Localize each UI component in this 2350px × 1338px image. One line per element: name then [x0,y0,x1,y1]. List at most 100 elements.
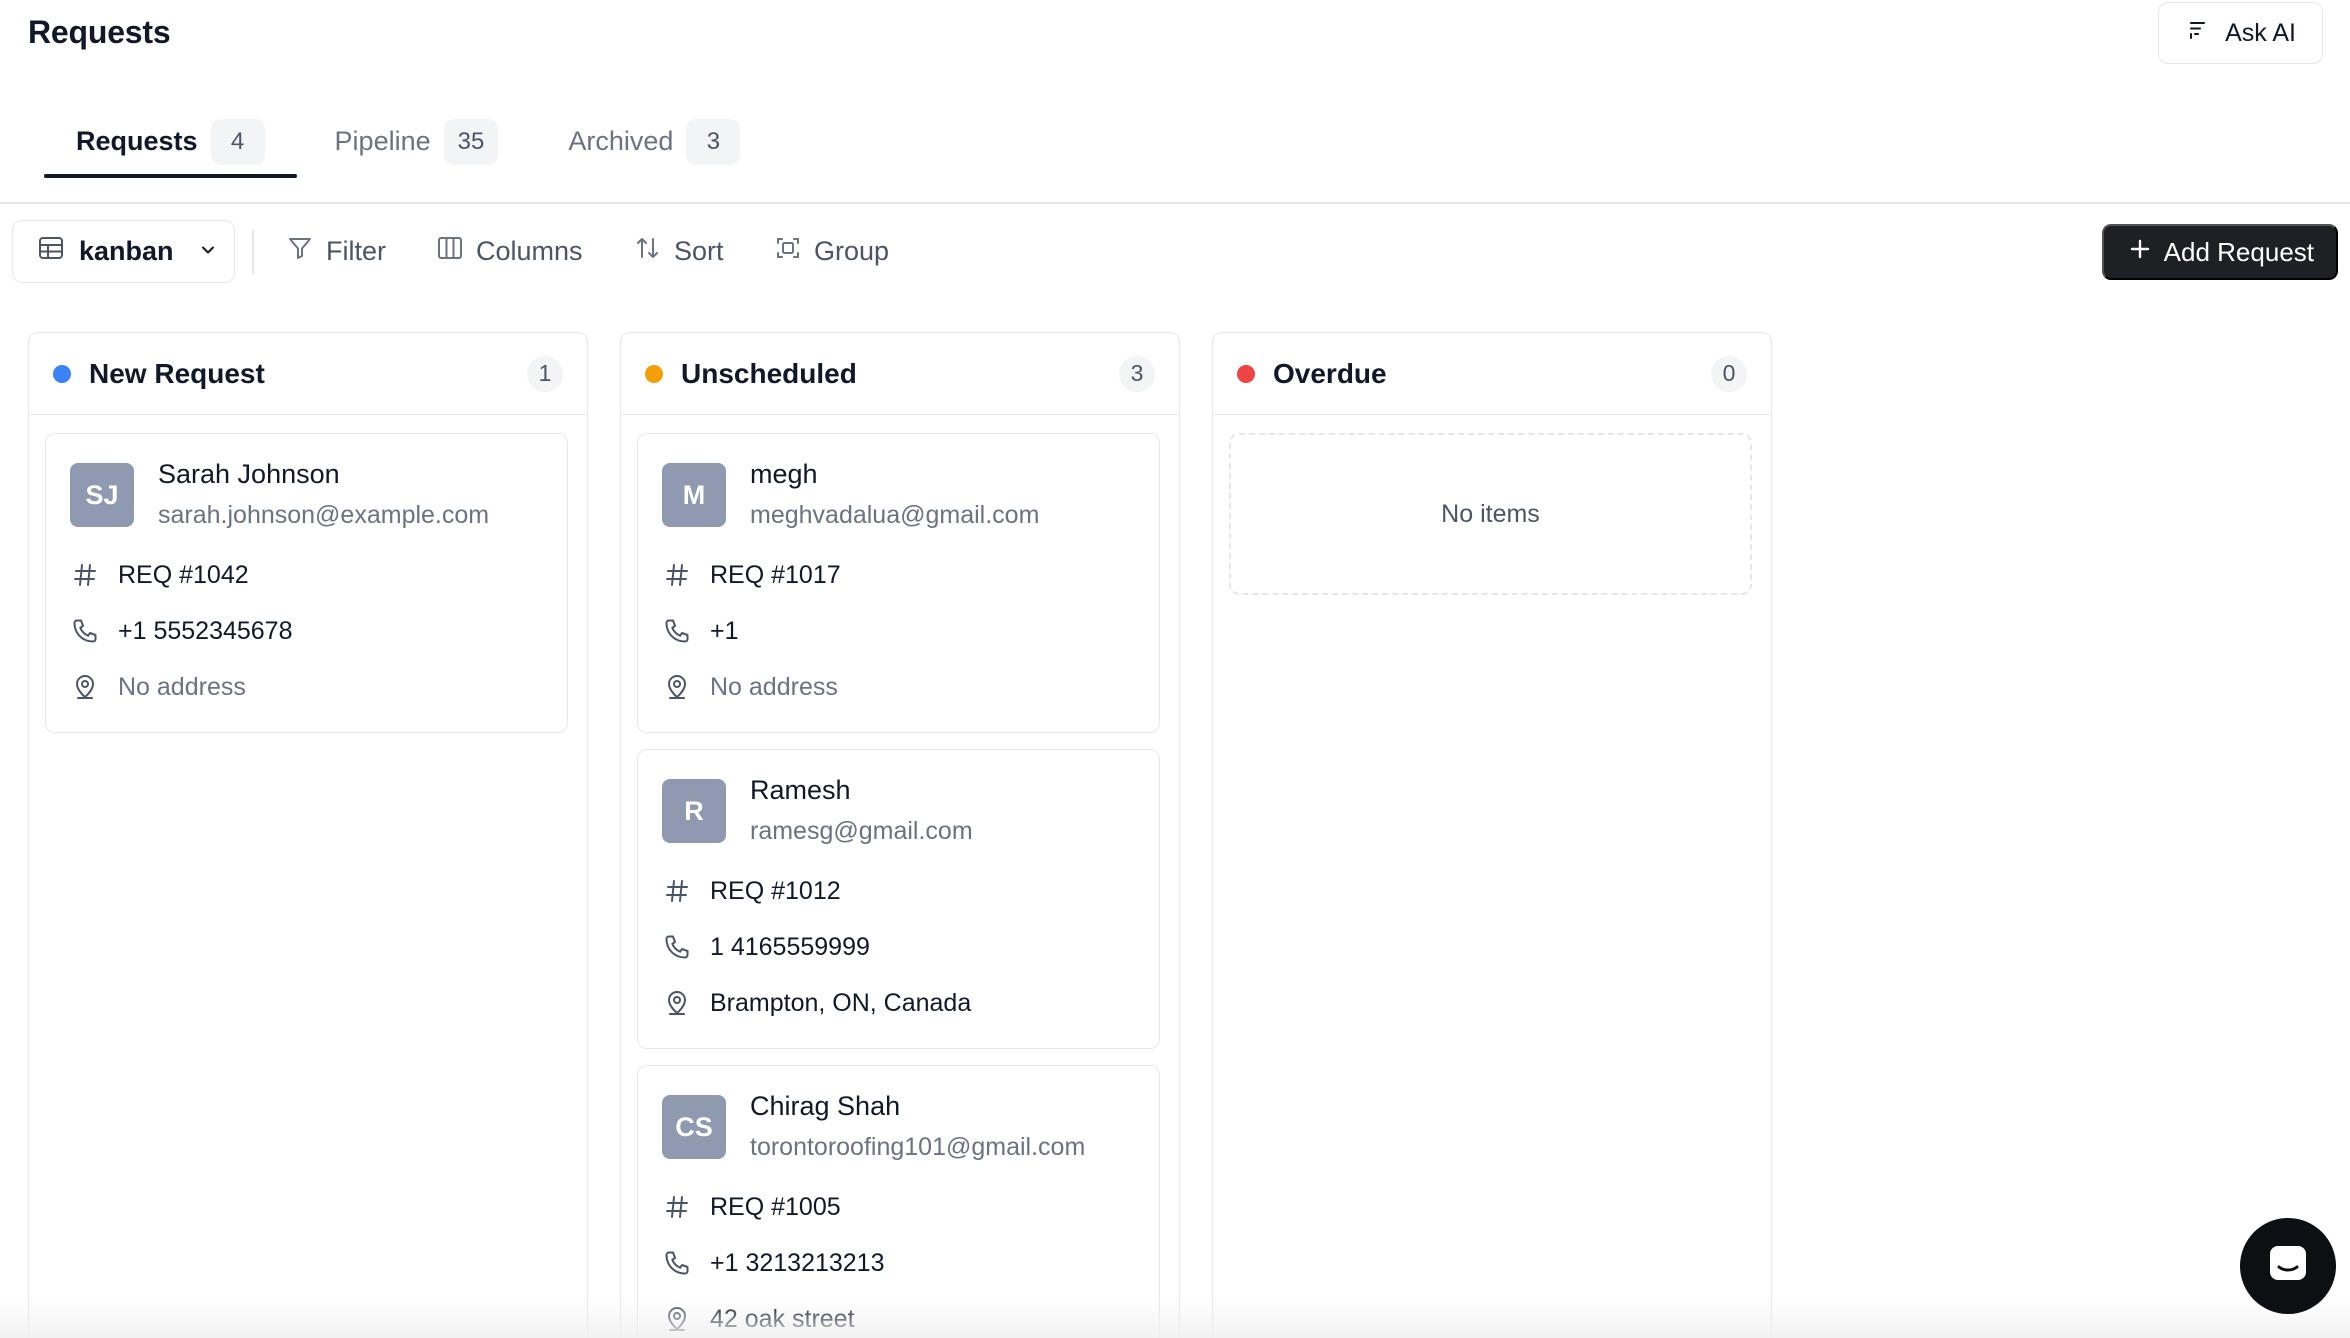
tab-pipeline[interactable]: Pipeline 35 [297,105,531,178]
kanban-column-overdue: Overdue 0 No items [1212,332,1772,1338]
add-request-button[interactable]: Add Request [2101,224,2338,280]
tab-archived[interactable]: Archived 3 [530,105,772,178]
address: Brampton, ON, Canada [710,988,972,1017]
column-count-badge: 1 [527,355,563,392]
hash-icon [662,1192,692,1222]
avatar: CS [662,1095,726,1159]
tab-label: Requests [76,126,198,156]
avatar: SJ [70,463,134,527]
phone-row: +1 [662,616,739,646]
status-dot [645,364,663,383]
group-button[interactable]: Group [774,220,889,283]
kanban-column-new-request: New Request 1 SJ Sarah Johnson sarah.joh… [28,332,588,1338]
sort-label: Sort [674,236,724,266]
request-number-row: REQ #1017 [662,560,841,590]
chat-icon [2265,1241,2311,1292]
view-select[interactable]: kanban [12,220,235,283]
filter-label: Filter [326,236,386,266]
status-dot [1237,364,1255,383]
phone-icon [662,932,692,962]
group-icon [774,234,802,269]
add-request-label: Add Request [2163,236,2314,267]
request-number: REQ #1042 [118,560,249,589]
request-number: REQ #1005 [710,1192,841,1221]
chevron-down-icon [198,236,218,267]
column-header: Unscheduled 3 [621,333,1179,415]
filter-button[interactable]: Filter [286,220,386,283]
phone-number: +1 5552345678 [118,616,293,645]
address: No address [118,672,246,701]
request-number-row: REQ #1005 [662,1192,841,1222]
column-title: New Request [89,357,265,389]
tab-requests[interactable]: Requests 4 [44,105,297,178]
plus-icon [2128,237,2152,268]
map-pin-icon [662,672,692,702]
toolbar-divider [252,230,254,274]
column-title: Overdue [1273,357,1387,389]
map-pin-icon [662,1304,692,1334]
request-number-row: REQ #1042 [70,560,249,590]
request-number-row: REQ #1012 [662,876,841,906]
ask-ai-label: Ask AI [2225,18,2296,47]
hash-icon [70,560,100,590]
customer-email: sarah.johnson@example.com [158,501,490,529]
phone-number: +1 3213213213 [710,1248,885,1277]
group-label: Group [814,236,890,266]
phone-number: +1 [710,616,739,645]
empty-state: No items [1229,433,1752,595]
customer-email: torontoroofing101@gmail.com [750,1133,1086,1161]
top-bar: Requests Ask AI [0,0,2350,70]
tab-label: Archived [568,126,674,156]
address-row: No address [70,672,246,702]
tab-bar: Requests 4 Pipeline 35 Archived 3 [44,105,772,178]
address-row: 42 oak street [662,1304,855,1334]
customer-name: megh [750,459,818,489]
table-grid-icon [37,234,65,269]
address-row: No address [662,672,838,702]
address: 42 oak street [710,1304,855,1333]
ask-ai-button[interactable]: Ask AI [2158,2,2323,64]
customer-name: Sarah Johnson [158,459,340,489]
map-pin-icon [70,672,100,702]
address: No address [710,672,838,701]
customer-email: ramesg@gmail.com [750,817,973,845]
phone-icon [70,616,100,646]
tab-count-badge: 4 [210,118,265,165]
toolbar: kanban Filter Columns Sort Group Add Req… [12,220,2338,284]
column-count-badge: 3 [1119,355,1155,392]
columns-label: Columns [476,236,583,266]
phone-row: 1 4165559999 [662,932,870,962]
page-title: Requests [28,14,171,50]
column-count-badge: 0 [1711,355,1747,392]
columns-button[interactable]: Columns [436,220,583,283]
view-select-label: kanban [79,236,174,266]
hash-icon [662,876,692,906]
hash-icon [662,560,692,590]
phone-icon [662,1248,692,1278]
chat-launcher-button[interactable] [2240,1218,2336,1314]
tab-count-badge: 35 [443,118,499,165]
sort-arrows-icon [634,234,662,269]
customer-name: Ramesh [750,775,851,805]
sort-button[interactable]: Sort [634,220,724,283]
phone-icon [662,616,692,646]
request-number: REQ #1012 [710,876,841,905]
avatar: R [662,779,726,843]
columns-icon [436,234,464,269]
column-header: Overdue 0 [1213,333,1771,415]
tab-count-badge: 3 [686,118,741,165]
map-pin-icon [662,988,692,1018]
status-dot [53,364,71,383]
column-header: New Request 1 [29,333,587,415]
phone-row: +1 5552345678 [70,616,293,646]
request-card[interactable]: M megh meghvadalua@gmail.com REQ #1017 +… [637,433,1160,733]
sparkle-lines-icon [2187,19,2209,48]
address-row: Brampton, ON, Canada [662,988,971,1018]
request-card[interactable]: SJ Sarah Johnson sarah.johnson@example.c… [45,433,568,733]
request-card[interactable]: R Ramesh ramesg@gmail.com REQ #1012 1 41… [637,749,1160,1049]
phone-number: 1 4165559999 [710,932,870,961]
request-card[interactable]: CS Chirag Shah torontoroofing101@gmail.c… [637,1065,1160,1338]
request-number: REQ #1017 [710,560,841,589]
kanban-column-unscheduled: Unscheduled 3 M megh meghvadalua@gmail.c… [620,332,1180,1338]
header-divider [0,202,2350,204]
